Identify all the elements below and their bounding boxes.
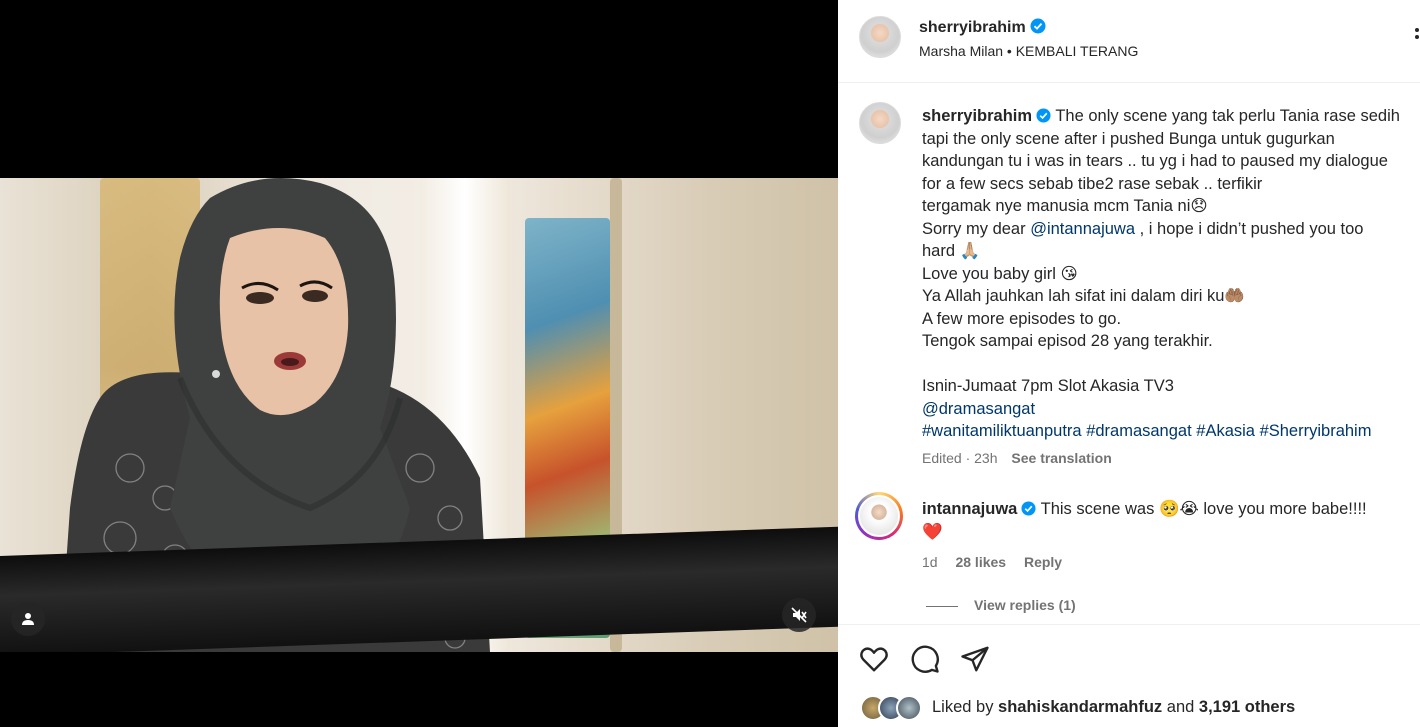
caption-line: Ya Allah jauhkan lah sifat ini dalam dir…	[922, 287, 1245, 305]
caption-line: Tengok sampai episod 28 yang terakhir.	[922, 332, 1213, 350]
caption-text: sherryibrahim The only scene yang tak pe…	[922, 105, 1420, 443]
hashtag-link[interactable]: #Sherryibrahim	[1260, 422, 1372, 440]
hashtag-link[interactable]: #wanitamiliktuanputra	[922, 422, 1082, 440]
audio-title[interactable]: KEMBALI TERANG	[1016, 43, 1139, 59]
hashtag-link[interactable]: #dramasangat	[1086, 422, 1192, 440]
comment-time[interactable]: 1d	[922, 554, 938, 570]
see-translation-button[interactable]: See translation	[1011, 450, 1111, 466]
comment-meta: 1d 28 likes Reply	[922, 554, 1076, 570]
caption-line: tergamak nye manusia mcm Tania ni😞	[922, 197, 1208, 215]
hashtag-link[interactable]: #Akasia	[1196, 422, 1255, 440]
comment-bubble-icon[interactable]	[910, 644, 940, 674]
comment-text: intannajuwa This scene was 🥺😭 love you m…	[922, 498, 1402, 543]
caption-line: A few more episodes to go.	[922, 309, 1122, 328]
author-username-row: sherryibrahim	[919, 18, 1046, 37]
comment-likes[interactable]: 28 likes	[955, 554, 1006, 570]
caption-line: tapi the only scene after i pushed Bunga…	[922, 129, 1335, 148]
verified-badge-icon	[1021, 501, 1036, 516]
edited-timestamp[interactable]: Edited · 23h	[922, 450, 998, 466]
caption-line: for a few secs sebab tibe2 rase sebak ..…	[922, 174, 1263, 193]
speaker-muted-icon	[791, 607, 807, 623]
likes-prefix: Liked by	[932, 698, 999, 716]
user-tag-icon	[22, 613, 34, 625]
post-detail-panel: sherryibrahim Marsha Milan • KEMBALI TER…	[838, 0, 1420, 727]
author-avatar[interactable]	[859, 16, 901, 58]
comment-body: love you more babe!!!!	[1198, 500, 1367, 518]
likes-summary: Liked by shahiskandarmahfuz and 3,191 ot…	[838, 690, 1420, 727]
caption-line: The only scene yang tak perlu Tania rase…	[1055, 107, 1400, 125]
post-actions	[838, 624, 1420, 690]
caption-line: kandungan tu i was in tears .. tu yg i h…	[922, 152, 1388, 170]
caption-author-avatar[interactable]	[859, 102, 901, 144]
caption-line: hard 🙏🏼	[922, 242, 981, 260]
view-replies-label: View replies (1)	[974, 597, 1076, 613]
likes-others-link[interactable]: 3,191 others	[1199, 698, 1295, 716]
commenter-username[interactable]: intannajuwa	[922, 500, 1017, 518]
likes-middle: and	[1162, 698, 1199, 716]
mute-toggle-button[interactable]	[782, 598, 816, 632]
caption-line: Sorry my dear	[922, 219, 1031, 238]
verified-badge-icon	[1030, 18, 1046, 34]
commenter-avatar[interactable]	[855, 492, 903, 540]
liker-avatar[interactable]	[896, 695, 922, 721]
audio-info: Marsha Milan • KEMBALI TERANG	[919, 43, 1138, 59]
caption-meta: Edited · 23h See translation	[922, 450, 1112, 466]
heart-icon[interactable]	[859, 644, 889, 674]
post-header: sherryibrahim Marsha Milan • KEMBALI TER…	[838, 0, 1420, 83]
mention-link[interactable]: @intannajuwa	[1030, 220, 1135, 238]
caption-username[interactable]: sherryibrahim	[922, 107, 1032, 125]
caption-line: Isnin-Jumaat 7pm Slot Akasia TV3	[922, 377, 1174, 395]
verified-badge-icon	[1036, 108, 1051, 123]
comment-body: This scene was	[1040, 500, 1159, 518]
view-replies-button[interactable]: View replies (1)	[926, 597, 1076, 613]
audio-artist[interactable]: Marsha Milan	[919, 43, 1003, 59]
caption-line: Love you baby girl 😘	[922, 264, 1078, 283]
more-options-icon[interactable]	[1414, 26, 1420, 48]
replies-dash	[926, 605, 958, 607]
video-frame[interactable]	[0, 178, 838, 652]
paper-plane-icon[interactable]	[960, 644, 990, 674]
audio-separator: •	[1006, 43, 1012, 59]
tagged-users-button[interactable]	[11, 602, 45, 636]
author-username[interactable]: sherryibrahim	[919, 19, 1026, 36]
mention-link[interactable]: @dramasangat	[922, 398, 1420, 421]
heart-emoji: ❤️	[922, 522, 943, 541]
reply-button[interactable]: Reply	[1024, 554, 1062, 570]
liker-username[interactable]: shahiskandarmahfuz	[998, 698, 1162, 716]
post-video[interactable]	[0, 0, 838, 727]
comment-emojis: 🥺😭	[1158, 500, 1199, 518]
caption-line: , i hope i didn’t pushed you too	[1135, 219, 1364, 238]
likes-text: Liked by shahiskandarmahfuz and 3,191 ot…	[932, 698, 1295, 717]
